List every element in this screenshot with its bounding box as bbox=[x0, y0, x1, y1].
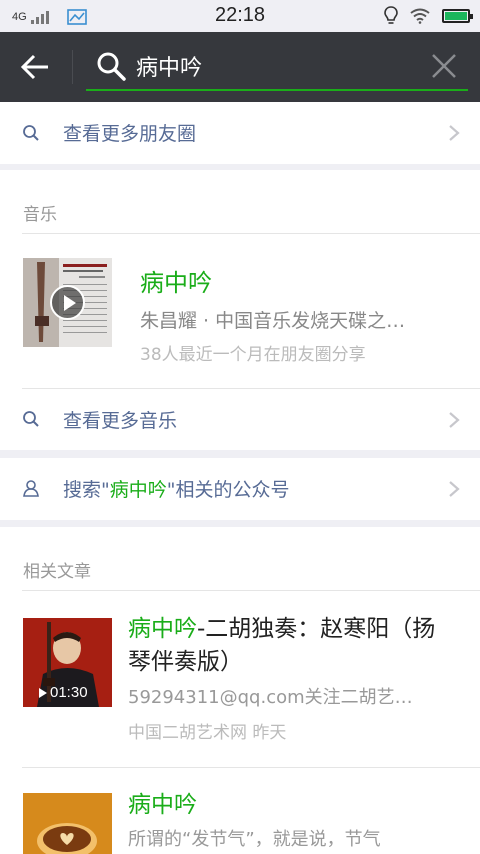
more-music-row[interactable]: 查看更多音乐 bbox=[0, 388, 480, 450]
articles-section-title: 相关文章 bbox=[23, 562, 91, 582]
search-header bbox=[0, 32, 480, 102]
article-title-highlight: 病中吟 bbox=[128, 792, 197, 818]
status-right bbox=[384, 6, 473, 26]
articles-section: 相关文章 01:30 病中吟-二胡独奏：赵寒阳（扬琴伴奏版） 59294311@… bbox=[0, 527, 480, 854]
article-desc: 59294311@qq.com关注二胡艺… bbox=[128, 687, 413, 708]
header-divider bbox=[72, 50, 73, 84]
official-accounts-label: 搜索"病中吟"相关的公众号 bbox=[63, 475, 290, 502]
article-item[interactable]: 01:30 病中吟-二胡独奏：赵寒阳（扬琴伴奏版） 59294311@qq.co… bbox=[0, 590, 480, 768]
official-suffix: "相关的公众号 bbox=[166, 479, 290, 501]
article-title: 病中吟 bbox=[128, 789, 448, 822]
person-icon bbox=[23, 480, 39, 497]
article-desc: 所谓的“发节气”，就是说，节气 bbox=[128, 829, 381, 850]
music-section: 音乐 病中吟 朱昌耀 · 中国音乐发烧天碟之… 38人最近一个月在朋友圈分享 查… bbox=[0, 170, 480, 450]
chevron-right-icon bbox=[449, 125, 460, 141]
music-title: 病中吟 bbox=[140, 269, 212, 297]
more-moments-row[interactable]: 查看更多朋友圈 bbox=[0, 102, 480, 164]
bulb-icon bbox=[384, 6, 398, 24]
official-accounts-row[interactable]: 搜索"病中吟"相关的公众号 bbox=[0, 458, 480, 520]
chevron-right-icon bbox=[449, 412, 460, 428]
article-title-highlight: 病中吟 bbox=[128, 616, 197, 642]
article-meta: 中国二胡艺术网 昨天 bbox=[128, 723, 287, 743]
article-thumbnail: 01:30 bbox=[23, 618, 112, 707]
play-icon[interactable] bbox=[50, 285, 85, 320]
duration-text: 01:30 bbox=[50, 684, 88, 701]
back-arrow-icon[interactable] bbox=[18, 50, 54, 84]
search-input[interactable] bbox=[136, 48, 416, 84]
official-prefix: 搜索" bbox=[63, 479, 110, 501]
article-title: 病中吟-二胡独奏：赵寒阳（扬琴伴奏版） bbox=[128, 613, 448, 679]
music-share-count: 38人最近一个月在朋友圈分享 bbox=[140, 345, 366, 365]
coffee-image bbox=[23, 793, 112, 854]
video-duration: 01:30 bbox=[39, 684, 88, 701]
music-subtitle: 朱昌耀 · 中国音乐发烧天碟之… bbox=[140, 310, 406, 332]
search-underline bbox=[86, 89, 468, 91]
search-icon bbox=[97, 52, 126, 81]
article-thumbnail bbox=[23, 793, 112, 854]
search-small-icon bbox=[23, 125, 39, 141]
more-moments-label: 查看更多朋友圈 bbox=[63, 123, 197, 145]
chevron-right-icon bbox=[449, 481, 460, 497]
music-item[interactable]: 病中吟 朱昌耀 · 中国音乐发烧天碟之… 38人最近一个月在朋友圈分享 bbox=[0, 170, 480, 388]
more-music-label: 查看更多音乐 bbox=[63, 410, 178, 432]
battery-icon bbox=[442, 9, 473, 23]
wifi-icon bbox=[410, 8, 430, 24]
status-bar: 4G 22:18 bbox=[0, 0, 480, 32]
search-small-icon bbox=[23, 411, 39, 427]
official-keyword: 病中吟 bbox=[109, 479, 167, 501]
clear-icon[interactable] bbox=[430, 52, 458, 80]
album-cover bbox=[23, 258, 112, 347]
play-small-icon bbox=[39, 687, 47, 698]
article-item[interactable]: 病中吟 所谓的“发节气”，就是说，节气 bbox=[0, 767, 480, 854]
